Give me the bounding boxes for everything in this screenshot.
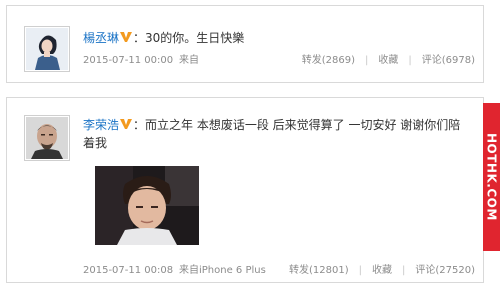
post-actions: 转发(2869) | 收藏 | 评论(6978) xyxy=(302,54,475,68)
user-name-link[interactable]: 李荣浩 xyxy=(83,118,119,132)
post-meta: 2015-07-11 00:00 来自 转发(2869) | 收藏 | 评论(6978) xyxy=(83,54,475,68)
post-meta: 2015-07-11 00:08 来自iPhone 6 Plus 转发(1280… xyxy=(83,264,475,278)
post-actions: 转发(12801) | 收藏 | 评论(27520) xyxy=(289,264,475,278)
comment-button[interactable]: 评论(6978) xyxy=(422,55,475,66)
feed-post: 楊丞琳 ：30的你。生日快樂 2015-07-11 00:00 来自 转发(286… xyxy=(6,5,484,83)
avatar-photo-icon xyxy=(26,28,68,70)
post-time[interactable]: 2015-07-11 00:08 xyxy=(83,264,173,278)
post-text: 楊丞琳 ：30的你。生日快樂 xyxy=(83,29,471,47)
vip-badge-icon xyxy=(120,32,133,42)
favorite-button[interactable]: 收藏 xyxy=(378,55,398,66)
feed-post: 李荣浩 ：而立之年 本想废话一段 后来觉得算了 一切安好 谢谢你们陪着我 2015… xyxy=(6,97,484,283)
comment-button[interactable]: 评论(27520) xyxy=(415,265,475,276)
post-source: 来自 xyxy=(179,55,199,66)
favorite-button[interactable]: 收藏 xyxy=(372,265,392,276)
divider: | xyxy=(408,55,412,66)
vip-badge-icon xyxy=(120,119,133,129)
watermark-text: HOTHK.COM xyxy=(484,133,499,221)
divider: | xyxy=(358,265,362,276)
repost-button[interactable]: 转发(12801) xyxy=(289,265,349,276)
post-content: ：30的你。生日快樂 xyxy=(133,31,245,45)
divider: | xyxy=(402,265,406,276)
post-text: 李荣浩 ：而立之年 本想废话一段 后来觉得算了 一切安好 谢谢你们陪着我 xyxy=(83,116,471,152)
user-avatar[interactable] xyxy=(24,26,70,72)
divider: | xyxy=(364,55,369,66)
user-name-link[interactable]: 楊丞琳 xyxy=(83,31,119,45)
avatar-photo-icon xyxy=(26,117,68,159)
user-avatar[interactable] xyxy=(24,115,70,161)
post-content: ：而立之年 本想废话一段 后来觉得算了 一切安好 谢谢你们陪着我 xyxy=(83,118,461,150)
selfie-photo-icon xyxy=(95,166,199,245)
repost-button[interactable]: 转发(2869) xyxy=(302,55,355,66)
post-source: 来自iPhone 6 Plus xyxy=(179,265,266,276)
site-watermark: HOTHK.COM xyxy=(483,103,500,251)
post-image[interactable] xyxy=(95,166,199,245)
post-time[interactable]: 2015-07-11 00:00 xyxy=(83,54,173,68)
